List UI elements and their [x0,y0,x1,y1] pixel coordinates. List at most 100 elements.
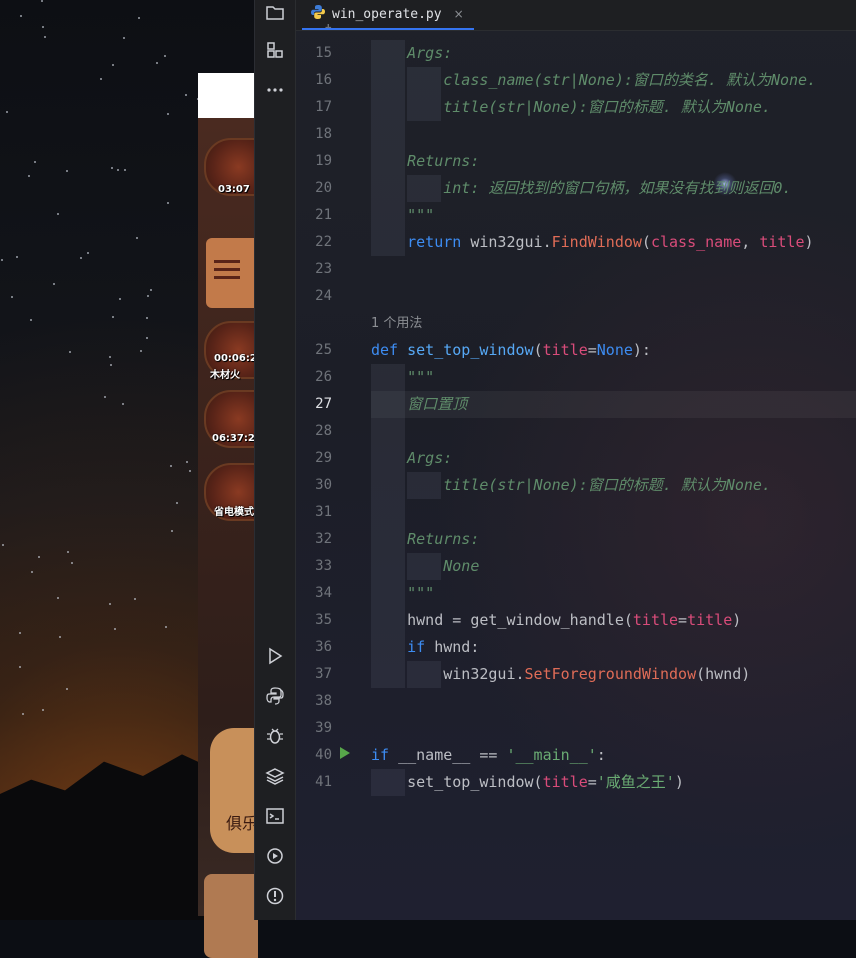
star [59,636,61,638]
indent-guide [371,175,406,202]
code-line[interactable] [371,121,856,148]
code-line[interactable]: 窗口置顶 [371,391,856,418]
indent-guide [407,472,442,499]
indent-guide [371,40,406,67]
code-line[interactable] [371,715,856,742]
code-line[interactable] [371,418,856,445]
star [170,465,172,467]
line-number: 20 [315,180,332,196]
code-line[interactable]: None [371,553,856,580]
line-number: 34 [315,585,332,601]
code-line[interactable]: return win32gui.FindWindow(class_name, t… [371,229,856,256]
code-text: class_name(str|None):窗口的类名. 默认为None. [443,67,816,94]
code-text: hwnd = get_window_handle(title=title) [407,607,741,634]
star [38,556,40,558]
star [164,55,166,57]
star [19,632,21,634]
code-token: __name__ == [398,746,507,764]
code-line[interactable] [371,688,856,715]
star [176,502,178,504]
star [112,316,114,318]
problems-icon[interactable] [263,884,287,908]
indent-guide [371,121,406,148]
line-number: 30 [315,477,332,493]
code-line[interactable]: def set_top_window(title=None): [371,337,856,364]
indent-guide [407,553,442,580]
game-bottom-button[interactable] [204,874,258,958]
code-line[interactable]: win32gui.SetForegroundWindow(hwnd) [371,661,856,688]
line-number: 36 [315,639,332,655]
folder-icon[interactable] [263,0,287,24]
star [189,470,191,472]
code-text: if hwnd: [407,634,479,661]
indent-guide [371,499,406,526]
indent-guide [371,472,406,499]
python-console-icon[interactable] [263,684,287,708]
indent-guide [407,661,442,688]
code-line[interactable]: set_top_window(title='咸鱼之王') [371,769,856,796]
code-line[interactable] [371,499,856,526]
code-token: set_top_window [407,341,534,359]
code-area[interactable]: Args: class_name(str|None):窗口的类名. 默认为None… [371,30,856,920]
code-line[interactable]: if __name__ == '__main__': [371,742,856,769]
game-menu-button[interactable] [206,238,258,308]
star [109,356,111,358]
star [66,688,68,690]
code-token: class_name(str|None):窗口的类名. 默认为None. [443,71,817,89]
run-gutter-icon[interactable] [340,747,350,759]
code-token: = [678,611,688,629]
code-line[interactable]: """ [371,202,856,229]
more-icon[interactable] [263,78,287,102]
usage-inlay-hint[interactable]: 1 个用法 [371,314,422,334]
star [147,295,149,297]
game-window-titlebar[interactable] [198,73,258,118]
terminal-icon[interactable] [263,804,287,828]
code-line[interactable] [371,283,856,310]
code-token: title [542,341,588,359]
code-line[interactable]: class_name(str|None):窗口的类名. 默认为None. [371,67,856,94]
star [42,709,44,711]
code-line[interactable]: """ [371,364,856,391]
code-editor[interactable]: win_operate.py × 1 15 16 17 18 19 20 21 22 23 24 2… [296,0,856,920]
code-token: = [587,773,597,791]
star [22,713,24,715]
close-icon[interactable]: × [454,7,464,21]
code-line[interactable]: Args: [371,445,856,472]
code-line[interactable]: Returns: [371,526,856,553]
tool-window-bar [255,0,296,920]
indent-guide [371,607,406,634]
code-token: : [596,746,606,764]
code-line[interactable]: int: 返回找到的窗口句柄，如果没有找到则返回0. [371,175,856,202]
game-window-body[interactable]: 03:07 00:06:2 木材火 06:37:2 省电模式 俱乐 [198,118,262,958]
structure-icon[interactable] [263,38,287,62]
code-line[interactable]: hwnd = get_window_handle(title=title) [371,607,856,634]
star [123,37,125,39]
code-line[interactable]: """ [371,580,856,607]
game-window[interactable]: 03:07 00:06:2 木材火 06:37:2 省电模式 俱乐 [198,73,262,958]
code-line[interactable]: title(str|None):窗口的标题. 默认为None. [371,472,856,499]
code-line[interactable]: Returns: [371,148,856,175]
star [110,364,112,366]
code-line[interactable]: title(str|None):窗口的标题. 默认为None. [371,94,856,121]
star [20,15,22,17]
code-token: title(str|None):窗口的标题. 默认为None. [443,476,771,494]
line-number: 25 [315,342,332,358]
code-line[interactable]: if hwnd: [371,634,856,661]
indent-guide [407,67,442,94]
star [109,603,111,605]
code-line[interactable]: Args: [371,40,856,67]
indent-guide [371,148,406,175]
indent-guide [371,526,406,553]
services-icon[interactable] [263,844,287,868]
ide-window: win_operate.py × 1 15 16 17 18 19 20 21 22 23 24 2… [254,0,856,920]
run-icon[interactable] [263,644,287,668]
code-token: (hwnd) [696,665,751,683]
debug-icon[interactable] [263,724,287,748]
line-number: 22 [315,234,332,250]
line-number: 18 [315,126,332,142]
layers-icon[interactable] [263,764,287,788]
star [42,26,44,28]
code-line[interactable] [371,256,856,283]
game-club-button[interactable] [210,728,258,853]
code-token: if [371,746,399,764]
